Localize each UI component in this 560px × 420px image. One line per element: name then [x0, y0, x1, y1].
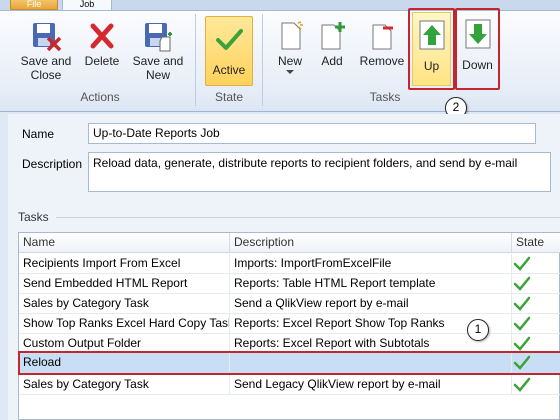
- chevron-down-icon: [286, 70, 294, 74]
- table-row-selected[interactable]: Reload: [18, 351, 560, 375]
- cell-name: Sales by Category Task: [19, 375, 230, 394]
- tasks-section-title: Tasks: [18, 210, 49, 224]
- move-up-button[interactable]: Up: [412, 12, 451, 86]
- new-document-icon: [281, 21, 303, 50]
- checkmark-icon: [216, 29, 243, 50]
- group-label-tasks: Tasks: [369, 90, 401, 104]
- save-and-new-label: Save and New: [132, 54, 184, 82]
- down-label: Down: [462, 58, 493, 72]
- save-close-icon: [33, 23, 62, 52]
- description-label: Description: [22, 157, 83, 171]
- group-separator: [195, 14, 196, 106]
- cell-name: Sales by Category Task: [19, 294, 230, 313]
- save-and-close-button[interactable]: Save and Close: [16, 20, 76, 82]
- section-divider: [56, 217, 560, 218]
- check-icon: [513, 276, 531, 291]
- cell-name: Show Top Ranks Excel Hard Copy Task: [19, 314, 230, 333]
- add-task-button[interactable]: Add: [314, 20, 350, 68]
- callout-1: 1: [467, 319, 489, 341]
- column-header-state[interactable]: State: [512, 233, 560, 253]
- new-label: New: [277, 54, 302, 68]
- group-label-actions: Actions: [80, 90, 120, 104]
- cell-description: Reports: Table HTML Report template: [230, 274, 512, 293]
- name-label: Name: [22, 127, 55, 141]
- column-header-description[interactable]: Description: [230, 233, 512, 253]
- cell-name: Send Embedded HTML Report: [19, 274, 230, 293]
- add-label: Add: [321, 54, 343, 68]
- tab-file[interactable]: File: [10, 0, 58, 10]
- check-icon: [513, 296, 531, 311]
- move-down-button[interactable]: Down: [459, 12, 496, 86]
- save-and-new-button[interactable]: Save and New: [128, 20, 188, 82]
- arrow-down-icon: [465, 19, 490, 49]
- delete-icon: [90, 23, 114, 49]
- remove-task-button[interactable]: Remove: [356, 20, 408, 68]
- cell-description: [230, 353, 512, 372]
- active-toggle-button[interactable]: Active: [205, 16, 253, 86]
- cell-name: Custom Output Folder: [19, 334, 230, 353]
- table-row[interactable]: Sales by Category Task Send Legacy QlikV…: [19, 375, 560, 395]
- group-label-state: State: [214, 90, 244, 104]
- check-icon: [513, 377, 531, 392]
- remove-label: Remove: [359, 54, 405, 68]
- cell-name: Recipients Import From Excel: [19, 254, 230, 273]
- check-icon: [513, 256, 531, 271]
- cell-description: Send Legacy QlikView report by e-mail: [230, 375, 512, 394]
- cell-name: Reload: [19, 353, 230, 372]
- cell-description: Send a QlikView report by e-mail: [230, 294, 512, 313]
- delete-label: Delete: [84, 54, 120, 68]
- column-header-name[interactable]: Name: [19, 233, 230, 253]
- name-input[interactable]: Up-to-Date Reports Job: [88, 123, 536, 144]
- check-icon: [513, 316, 531, 331]
- check-icon: [513, 355, 531, 370]
- arrow-up-icon: [419, 20, 444, 50]
- table-row[interactable]: Sales by Category Task Send a QlikView r…: [19, 294, 560, 314]
- up-label: Up: [423, 59, 440, 73]
- cell-description: Imports: ImportFromExcelFile: [230, 254, 512, 273]
- save-new-icon: [145, 23, 172, 52]
- delete-button[interactable]: Delete: [80, 20, 124, 68]
- grid-header: Name Description State: [19, 233, 560, 253]
- table-row[interactable]: Send Embedded HTML Report Reports: Table…: [19, 274, 560, 294]
- description-input[interactable]: Reload data, generate, distribute report…: [88, 152, 551, 192]
- group-separator: [262, 14, 263, 106]
- remove-document-icon: [372, 24, 393, 50]
- check-icon: [513, 336, 531, 351]
- table-row[interactable]: Recipients Import From Excel Imports: Im…: [19, 254, 560, 274]
- active-label: Active: [212, 63, 246, 77]
- save-and-close-label: Save and Close: [20, 54, 72, 82]
- add-document-icon: [321, 22, 345, 50]
- new-task-button[interactable]: New: [272, 20, 308, 75]
